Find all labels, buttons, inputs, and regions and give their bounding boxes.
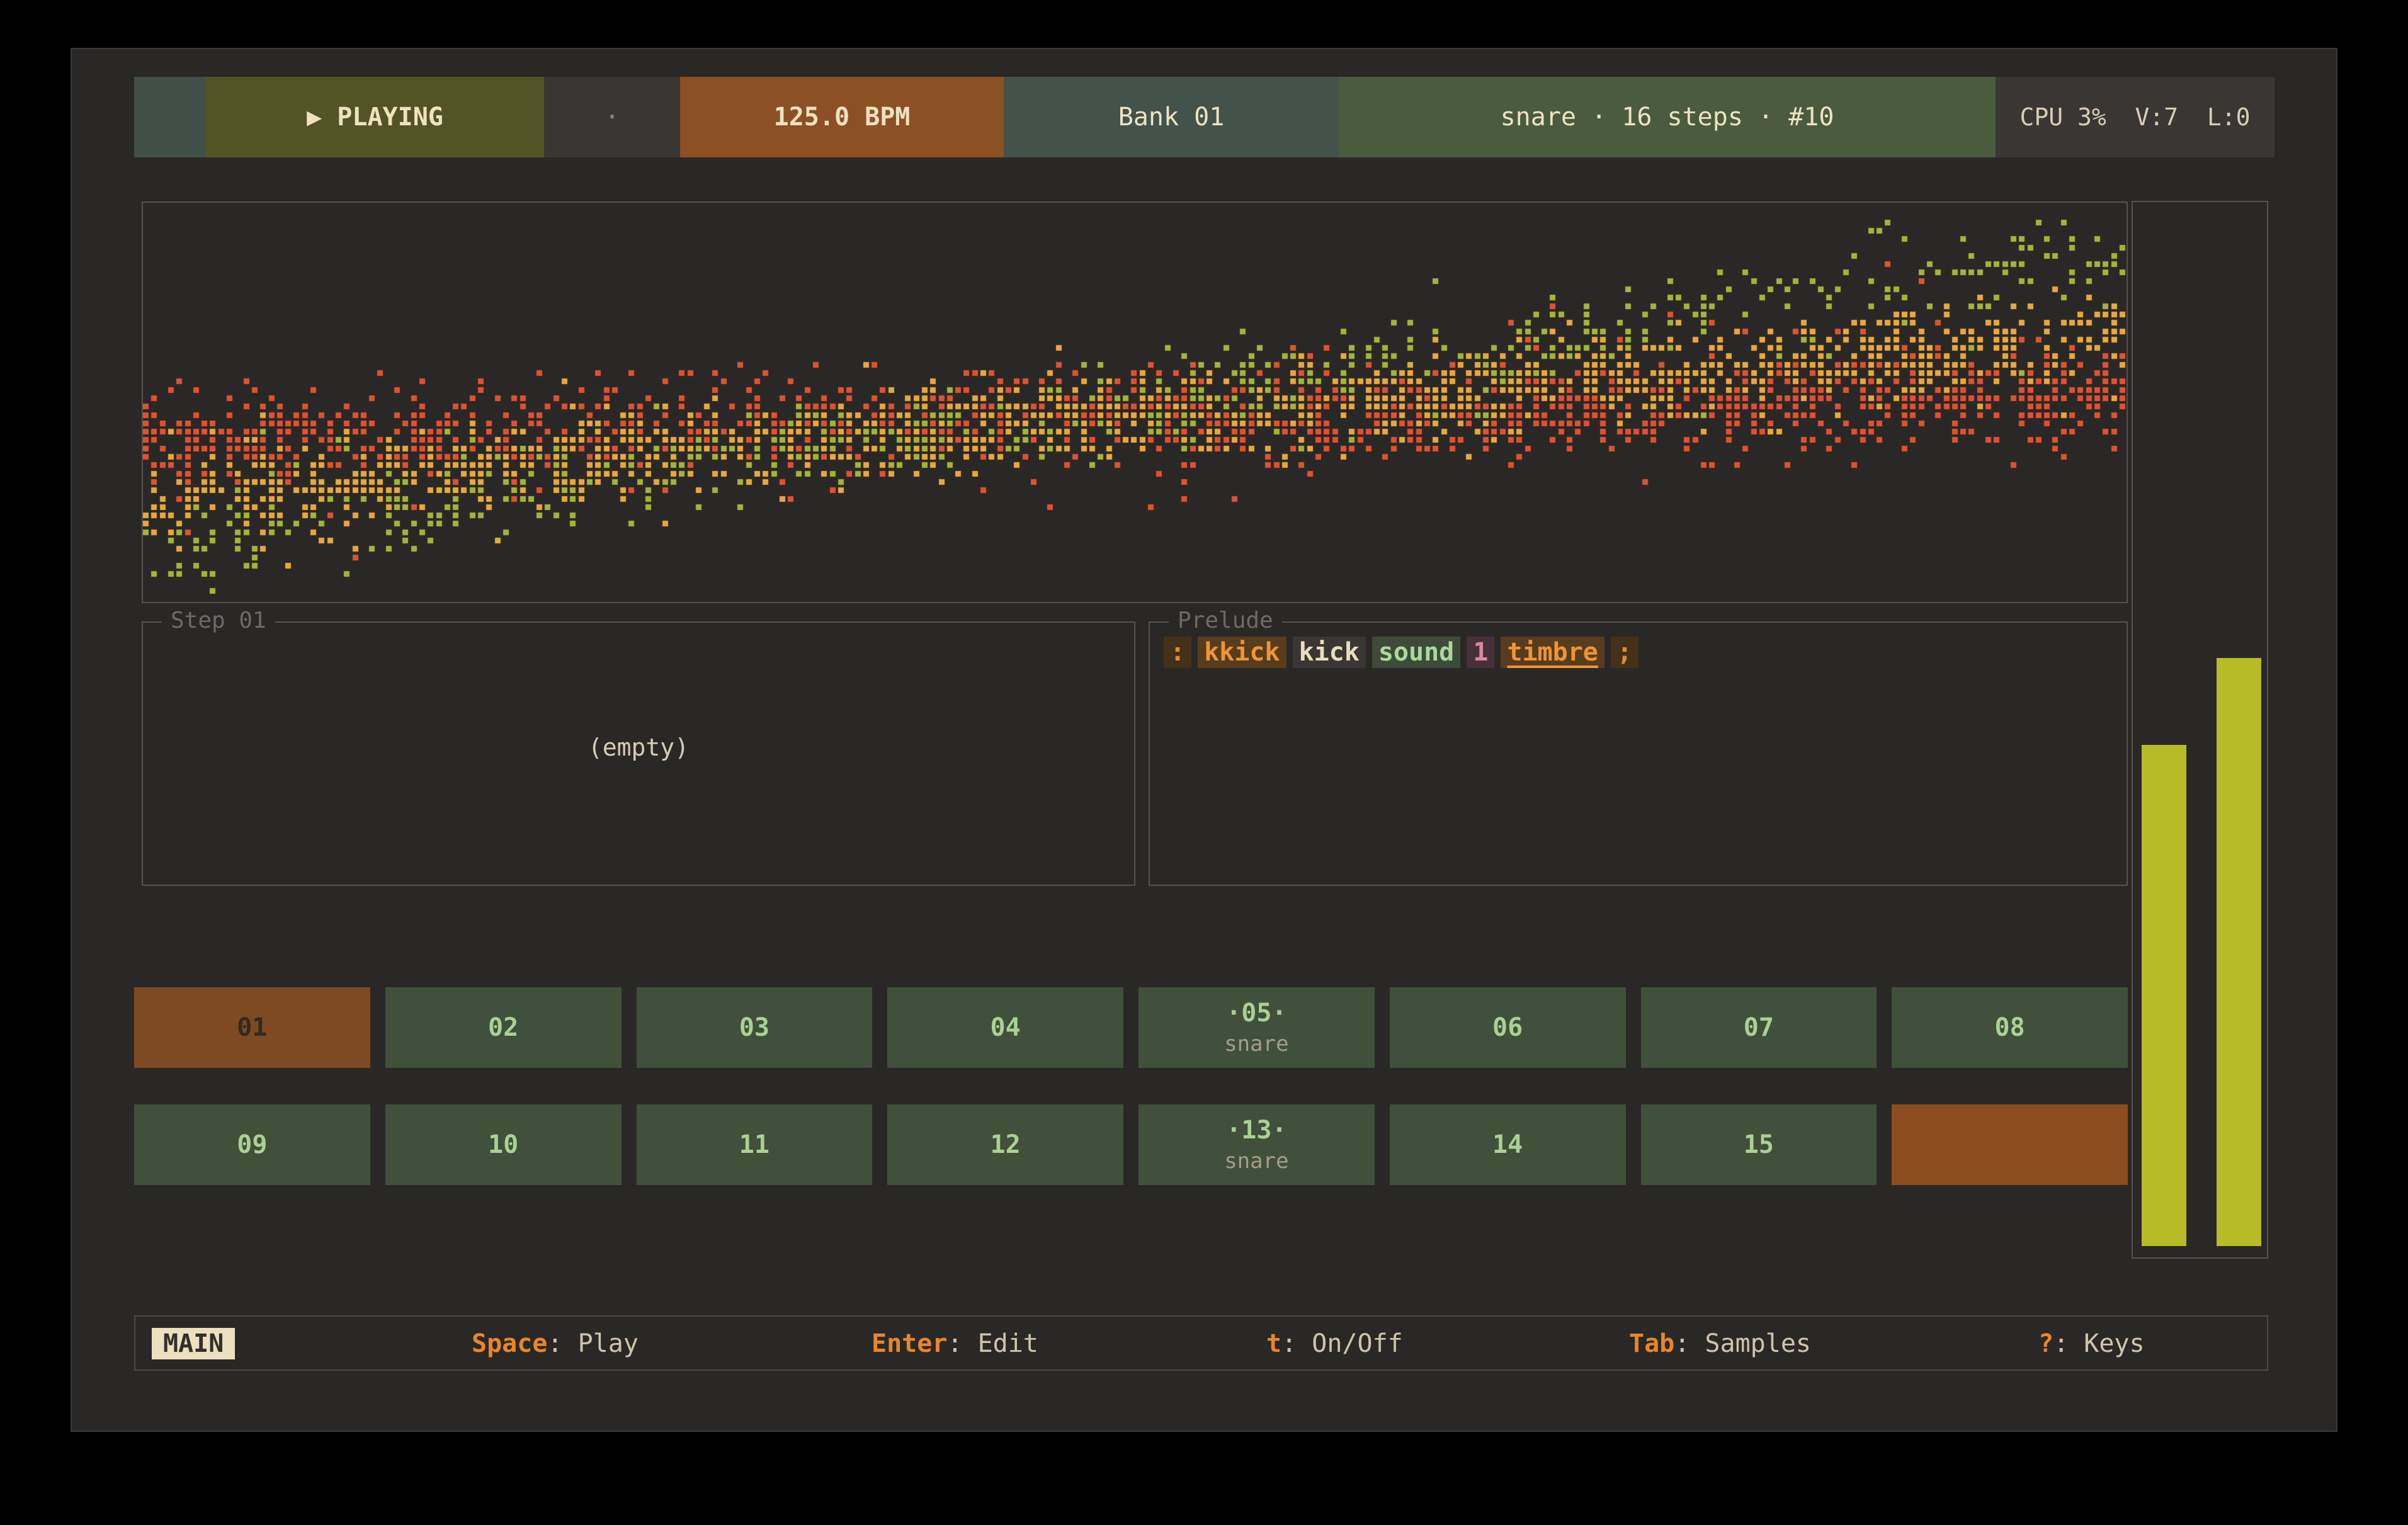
topbar-dot-segment: · — [544, 77, 680, 157]
step-button-label: 03 — [739, 1013, 770, 1042]
bpm-value: 125.0 BPM — [774, 103, 911, 132]
hint-action: : Samples — [1674, 1329, 1811, 1358]
step-button-04[interactable]: 04 — [887, 987, 1123, 1068]
bpm-display: 125.0 BPM — [680, 77, 1004, 157]
step-button-14[interactable]: 14 — [1390, 1104, 1626, 1185]
step-button-09[interactable]: 09 — [134, 1104, 370, 1185]
step-button-label: ·05· — [1226, 999, 1286, 1028]
step-button-label: 06 — [1492, 1013, 1523, 1042]
prelude-panel[interactable]: Prelude :kkickkicksound1timbre; — [1149, 621, 2128, 886]
mode-badge: MAIN — [152, 1328, 235, 1359]
step-button-12[interactable]: 12 — [887, 1104, 1123, 1185]
vu-meter-panel — [2132, 201, 2268, 1259]
code-token: 1 — [1467, 637, 1494, 668]
step-button-11[interactable]: 11 — [637, 1104, 873, 1185]
hint-action: : Play — [547, 1329, 639, 1358]
step-button-01[interactable]: 01 — [134, 987, 370, 1068]
hint-key: Space — [472, 1329, 547, 1358]
step-panel-title: Step 01 — [162, 608, 275, 633]
key-hint-tab: Tab: Samples — [1629, 1329, 1811, 1358]
playing-label: ▶ PLAYING — [307, 103, 443, 132]
key-hint-space: Space: Play — [472, 1329, 639, 1358]
prelude-code-line: :kkickkicksound1timbre; — [1164, 637, 1638, 668]
step-button-10[interactable]: 10 — [385, 1104, 622, 1185]
step-button-label: 02 — [488, 1013, 518, 1042]
step-button-05[interactable]: ·05· snare — [1139, 987, 1375, 1068]
code-token: kick — [1293, 637, 1366, 668]
step-button-16[interactable] — [1892, 1104, 2128, 1185]
prelude-panel-title: Prelude — [1169, 608, 1282, 633]
step-button-07[interactable]: 07 — [1641, 987, 1877, 1068]
app-window: ▶ PLAYING · 125.0 BPM Bank 01 snare · 16… — [71, 48, 2337, 1432]
step-button-15[interactable]: 15 — [1641, 1104, 1877, 1185]
key-hint-enter: Enter: Edit — [872, 1329, 1038, 1358]
step-button-label: 10 — [488, 1130, 518, 1159]
key-hint-?: ?: Keys — [2038, 1329, 2145, 1358]
hint-key: ? — [2038, 1329, 2053, 1358]
step-button-13[interactable]: ·13· snare — [1139, 1104, 1375, 1185]
topbar-spacer — [134, 77, 206, 157]
track-info-label: snare · 16 steps · #10 — [1501, 103, 1834, 132]
waveform-scatter — [143, 203, 2127, 601]
step-button-label: 08 — [1995, 1013, 2025, 1042]
code-token: sound — [1372, 637, 1460, 668]
code-token: ; — [1611, 637, 1638, 668]
code-token: kkick — [1198, 637, 1286, 668]
cpu-voices-label: CPU 3% V:7 L:0 — [2019, 103, 2250, 131]
step-sample-label: snare — [1224, 1148, 1288, 1174]
bank-label: Bank 01 — [1118, 103, 1225, 132]
step-button-02[interactable]: 02 — [385, 987, 622, 1068]
step-button-08[interactable]: 08 — [1892, 987, 2128, 1068]
step-detail-panel: Step 01 (empty) — [142, 621, 1135, 886]
transport-status: ▶ PLAYING — [206, 77, 544, 157]
hint-key: Enter — [872, 1329, 947, 1358]
step-button-label: 01 — [237, 1013, 267, 1042]
step-button-label: 09 — [237, 1130, 267, 1159]
step-button-label: 15 — [1744, 1130, 1774, 1159]
step-button-label: 12 — [991, 1130, 1021, 1159]
hint-action: : Edit — [947, 1329, 1038, 1358]
dot-indicator: · — [605, 103, 620, 132]
step-button-label: 07 — [1744, 1013, 1774, 1042]
track-info-display: snare · 16 steps · #10 — [1339, 77, 1996, 157]
hint-key: Tab — [1629, 1329, 1674, 1358]
code-token: : — [1164, 637, 1191, 668]
step-sample-label: snare — [1224, 1031, 1288, 1057]
hint-key: t — [1266, 1329, 1281, 1358]
step-button-06[interactable]: 06 — [1390, 987, 1626, 1068]
bank-display: Bank 01 — [1004, 77, 1339, 157]
top-status-bar: ▶ PLAYING · 125.0 BPM Bank 01 snare · 16… — [134, 77, 2275, 157]
step-button-label: ·13· — [1226, 1116, 1286, 1145]
step-button-03[interactable]: 03 — [637, 987, 873, 1068]
step-empty-label: (empty) — [143, 734, 1134, 761]
system-stats: CPU 3% V:7 L:0 — [1996, 77, 2275, 157]
vu-meter-bar-1 — [2142, 745, 2186, 1246]
vu-meter-bar-2 — [2217, 658, 2261, 1246]
step-button-label: 04 — [991, 1013, 1021, 1042]
step-button-label: 14 — [1492, 1130, 1523, 1159]
hint-action: : Keys — [2053, 1329, 2145, 1358]
step-grid: 01 02 03 04 ·05· snare 06 07 08 09 10 11 12 ·13· snare… — [134, 987, 2128, 1185]
key-hint-t: t: On/Off — [1266, 1329, 1403, 1358]
key-hint-bar: MAIN Space: Play Enter: Edit t: On/Off Tab:… — [134, 1315, 2268, 1371]
visualization-panel — [142, 201, 2128, 603]
hint-action: : On/Off — [1281, 1329, 1403, 1358]
code-token: timbre — [1501, 637, 1604, 668]
step-button-label: 11 — [739, 1130, 770, 1159]
